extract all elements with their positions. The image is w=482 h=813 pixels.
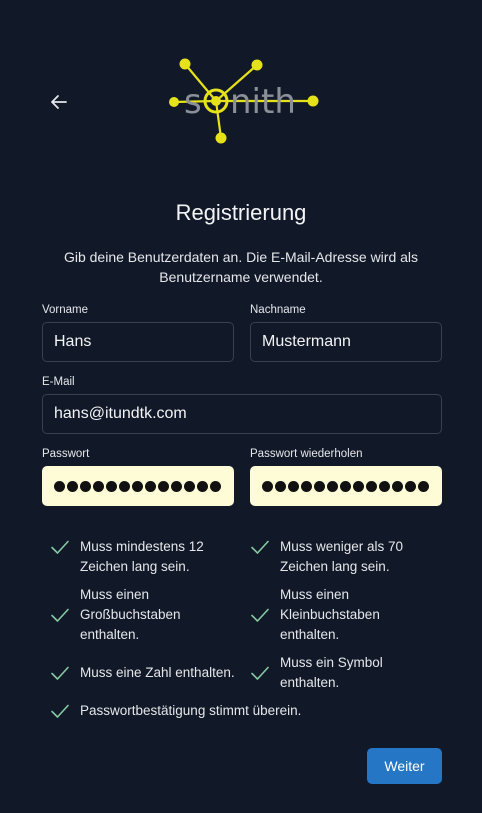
mask-dot: [288, 480, 299, 492]
mask-dot: [418, 480, 429, 492]
mask-dot: [210, 480, 221, 492]
rule-text: Muss einen Kleinbuchstaben enthalten.: [280, 587, 380, 642]
back-button[interactable]: [46, 90, 72, 114]
check-icon: [51, 666, 69, 680]
next-button[interactable]: Weiter: [367, 748, 442, 784]
rule-text: Muss mindestens 12 Zeichen lang sein.: [80, 539, 204, 574]
logo-text-right: nith: [230, 82, 296, 122]
arrow-left-icon: [51, 95, 67, 109]
page-title: Registrierung: [175, 200, 307, 225]
mask-dot: [145, 480, 156, 492]
rule-uppercase: Muss einen Großbuchstaben enthalten.: [50, 585, 190, 645]
mask-dot: [314, 480, 325, 492]
rule-text: Muss eine Zahl enthalten.: [80, 665, 235, 680]
mask-dot: [171, 480, 182, 492]
mask-dot: [392, 480, 403, 492]
mask-dot: [80, 480, 91, 492]
password-field[interactable]: [42, 466, 234, 506]
page-subtitle: Gib deine Benutzerdaten an. Die E-Mail-A…: [63, 249, 419, 285]
firstname-field[interactable]: Hans: [42, 322, 234, 362]
lastname-field[interactable]: Mustermann: [250, 322, 442, 362]
mask-dot: [379, 480, 390, 492]
rule-symbol: Muss ein Symbol enthalten.: [250, 653, 400, 693]
rule-number: Muss eine Zahl enthalten.: [50, 663, 245, 683]
password-repeat-label: Passwort wiederholen: [250, 448, 363, 460]
rule-lowercase: Muss einen Kleinbuchstaben enthalten.: [250, 585, 400, 645]
rule-text: Passwortbestätigung stimmt überein.: [80, 703, 302, 718]
mask-dot: [275, 480, 286, 492]
mask-dot: [158, 480, 169, 492]
sonith-logo: s nith: [169, 58, 319, 144]
lastname-label: Nachname: [250, 304, 306, 316]
mask-dot: [119, 480, 130, 492]
mask-dot: [67, 480, 78, 492]
password-repeat-mask: [262, 480, 429, 492]
mask-dot: [327, 480, 338, 492]
check-icon: [51, 704, 69, 718]
check-icon: [251, 608, 269, 622]
lastname-value: Mustermann: [262, 333, 351, 350]
mask-dot: [405, 480, 416, 492]
rule-text: Muss ein Symbol enthalten.: [280, 655, 383, 690]
email-field[interactable]: hans@itundtk.com: [42, 394, 442, 434]
mask-dot: [353, 480, 364, 492]
check-icon: [51, 608, 69, 622]
check-icon: [251, 540, 269, 554]
mask-dot: [262, 480, 273, 492]
check-icon: [51, 540, 69, 554]
mask-dot: [93, 480, 104, 492]
mask-dot: [197, 480, 208, 492]
email-value: hans@itundtk.com: [54, 405, 187, 422]
mask-dot: [301, 480, 312, 492]
password-mask: [54, 480, 221, 492]
mask-dot: [132, 480, 143, 492]
firstname-value: Hans: [54, 333, 92, 350]
rule-text: Muss einen Großbuchstaben enthalten.: [80, 587, 181, 642]
email-label: E-Mail: [42, 376, 75, 388]
password-label: Passwort: [42, 448, 90, 460]
logo-text-left: s: [184, 82, 202, 122]
mask-dot: [366, 480, 377, 492]
mask-dot: [106, 480, 117, 492]
mask-dot: [54, 480, 65, 492]
rule-max-length: Muss weniger als 70 Zeichen lang sein.: [250, 537, 430, 577]
check-icon: [251, 666, 269, 680]
password-repeat-field[interactable]: [250, 466, 442, 506]
mask-dot: [184, 480, 195, 492]
firstname-label: Vorname: [42, 304, 89, 316]
rule-min-length: Muss mindestens 12 Zeichen lang sein.: [50, 537, 240, 577]
rule-confirm-match: Passwortbestätigung stimmt überein.: [50, 701, 350, 721]
rule-text: Muss weniger als 70 Zeichen lang sein.: [280, 539, 404, 574]
mask-dot: [340, 480, 351, 492]
